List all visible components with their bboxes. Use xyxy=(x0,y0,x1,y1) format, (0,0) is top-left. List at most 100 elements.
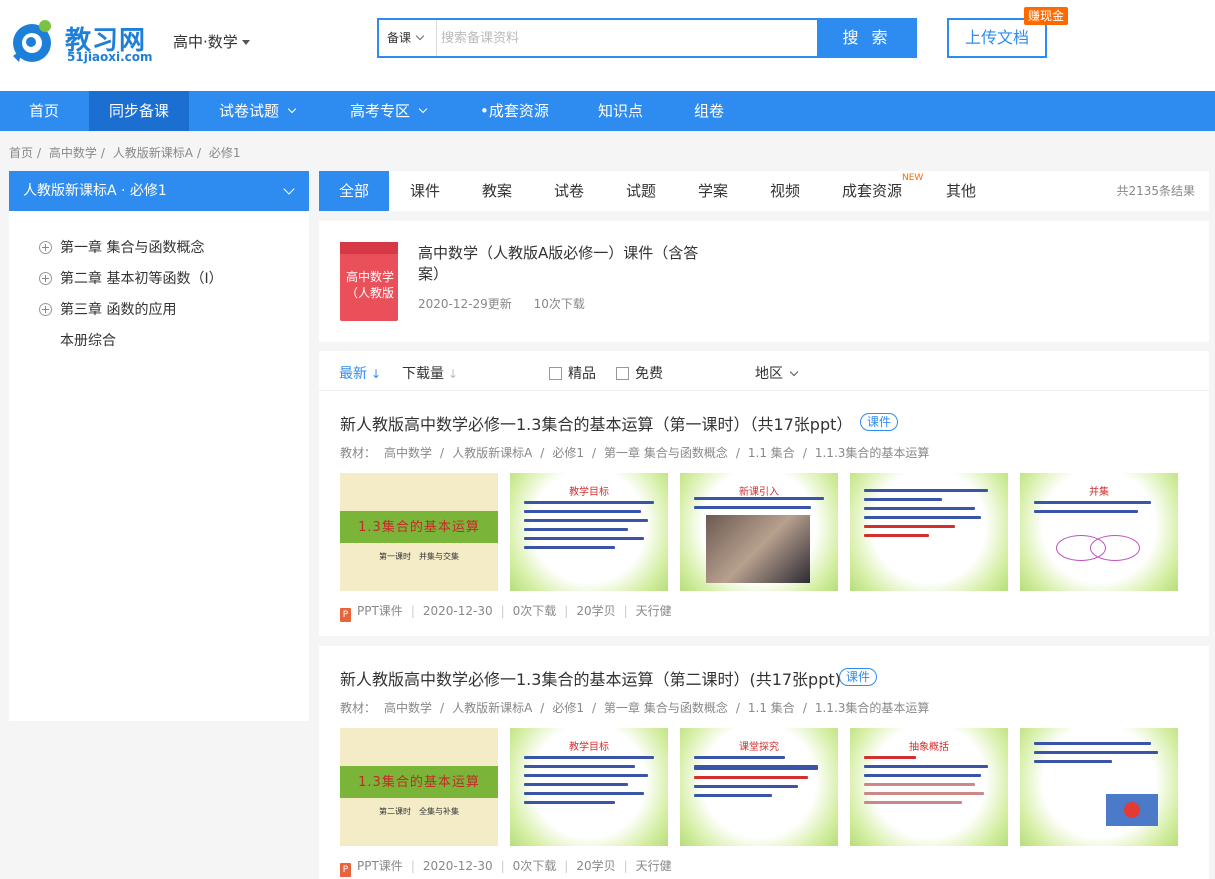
meta-author[interactable]: 天行健 xyxy=(636,859,672,873)
search-input[interactable] xyxy=(441,20,817,56)
nav-bundles[interactable]: •成套资源 xyxy=(480,91,549,131)
nav-compose-label: 组卷 xyxy=(694,102,725,120)
nav-exams[interactable]: 试卷试题 xyxy=(219,91,297,131)
path-segment[interactable]: 必修1 xyxy=(552,701,584,715)
breadcrumb: 首页 / 高中数学 / 人教版新课标A / 必修1 xyxy=(9,144,245,161)
path-separator: / xyxy=(735,446,740,460)
nav-home[interactable]: 首页 xyxy=(29,91,59,131)
featured-meta: 2020-12-29更新 10次下载 xyxy=(418,295,603,312)
path-segment[interactable]: 1.1.3集合的基本运算 xyxy=(815,446,930,460)
premium-checkbox[interactable] xyxy=(549,367,562,380)
path-segment[interactable]: 1.1.3集合的基本运算 xyxy=(815,701,930,715)
tab-other[interactable]: 其他 xyxy=(946,171,976,211)
path-separator: / xyxy=(802,446,807,460)
free-filter[interactable]: 免费 xyxy=(616,363,663,383)
tab-study-guide[interactable]: 学案 xyxy=(698,171,728,211)
tab-exam-paper[interactable]: 试卷 xyxy=(554,171,584,211)
featured-title[interactable]: 高中数学（人教版A版必修一）课件（含答案） xyxy=(418,243,718,285)
tab-lesson-plan[interactable]: 教案 xyxy=(482,171,512,211)
premium-filter[interactable]: 精品 xyxy=(549,363,596,383)
breadcrumb-separator: / xyxy=(197,146,202,160)
expand-icon[interactable] xyxy=(39,241,52,254)
subject-selector[interactable]: 高中·数学 xyxy=(173,31,250,52)
expand-icon[interactable] xyxy=(39,272,52,285)
path-segment[interactable]: 1.1 集合 xyxy=(748,701,795,715)
path-segment[interactable]: 高中数学 xyxy=(384,446,432,460)
breadcrumb-home[interactable]: 首页 xyxy=(9,146,33,160)
slide-thumbnail[interactable] xyxy=(1020,728,1178,846)
path-segment[interactable]: 第一章 集合与函数概念 xyxy=(604,446,728,460)
path-segment[interactable]: 高中数学 xyxy=(384,701,432,715)
search-button[interactable]: 搜 索 xyxy=(817,18,917,58)
meta-type: PPT课件 xyxy=(357,859,403,873)
sidebar-chapter-label: 第一章 集合与函数概念 xyxy=(60,240,205,256)
search-type-label: 备课 xyxy=(387,31,412,45)
type-tag: 课件 xyxy=(860,413,899,431)
nav-compose[interactable]: 组卷 xyxy=(694,91,724,131)
slide-thumbnail[interactable]: 教学目标 xyxy=(510,473,668,591)
path-segment[interactable]: 人教版新课标A xyxy=(452,446,532,460)
meta-author[interactable]: 天行健 xyxy=(636,604,672,618)
arrow-down-icon: ↓ xyxy=(371,367,382,381)
free-checkbox[interactable] xyxy=(616,367,629,380)
ppt-icon: P xyxy=(340,608,351,622)
slide-text-lines xyxy=(694,756,824,803)
sort-latest[interactable]: 最新 ↓ xyxy=(339,363,381,383)
sidebar-item-comprehensive[interactable]: 本册综合 xyxy=(60,330,116,350)
sidebar-chapter-1[interactable]: 第一章 集合与函数概念 xyxy=(39,237,204,257)
slide-title: 抽象概括 xyxy=(909,742,949,753)
path-separator: / xyxy=(802,701,807,715)
path-segment[interactable]: 必修1 xyxy=(552,446,584,460)
slide-thumbnail[interactable]: 并集 xyxy=(1020,473,1178,591)
path-separator: / xyxy=(735,701,740,715)
tab-all[interactable]: 全部 xyxy=(319,171,390,211)
sidebar-header[interactable]: 人教版新课标A · 必修1 xyxy=(9,171,309,211)
region-dropdown[interactable]: 地区 xyxy=(755,363,799,383)
breadcrumb-subject[interactable]: 高中数学 xyxy=(49,146,97,160)
breadcrumb-edition[interactable]: 人教版新课标A xyxy=(113,146,193,160)
meta-date: 2020-12-30 xyxy=(422,859,493,873)
subject-label: 高中·数学 xyxy=(173,33,238,51)
path-segment[interactable]: 人教版新课标A xyxy=(452,701,532,715)
sidebar-chapter-label: 第二章 基本初等函数（Ⅰ） xyxy=(60,271,223,287)
expand-icon[interactable] xyxy=(39,303,52,316)
nav-knowledge[interactable]: 知识点 xyxy=(598,91,643,131)
tab-courseware[interactable]: 课件 xyxy=(410,171,440,211)
slide-text-lines xyxy=(1034,501,1164,519)
sort-downloads[interactable]: 下载量 ↓ xyxy=(402,363,458,383)
meta-separator: | xyxy=(623,859,628,873)
list-divider xyxy=(319,636,1209,646)
slide-thumbnail[interactable]: 1.3集合的基本运算 第一课时 并集与交集 xyxy=(340,473,498,591)
search-type-select[interactable]: 备课 xyxy=(379,20,437,56)
nav-gaokao[interactable]: 高考专区 xyxy=(350,91,428,131)
featured-resource[interactable]: 高中数学（人教版 高中数学（人教版A版必修一）课件（含答案） 2020-12-2… xyxy=(319,221,1209,342)
sidebar-chapter-2[interactable]: 第二章 基本初等函数（Ⅰ） xyxy=(39,268,223,288)
site-logo[interactable]: 教习网 51jiaoxi.com xyxy=(9,18,159,68)
slide-thumbnail[interactable]: 新课引入 xyxy=(680,473,838,591)
slide-thumbnail[interactable]: 抽象概括 xyxy=(850,728,1008,846)
nav-sync-prep[interactable]: 同步备课 xyxy=(89,91,190,131)
slide-title: 新课引入 xyxy=(739,487,779,498)
site-header: 教习网 51jiaoxi.com 高中·数学 备课 搜 索 上传文档 赚现金 xyxy=(0,0,1215,91)
chevron-down-icon xyxy=(415,31,425,41)
cover-title: 1.3集合的基本运算 xyxy=(358,520,480,535)
tab-bundles[interactable]: 成套资源 xyxy=(842,171,902,211)
breadcrumb-separator: / xyxy=(37,146,42,160)
path-segment[interactable]: 第一章 集合与函数概念 xyxy=(604,701,728,715)
slide-thumbnail[interactable] xyxy=(850,473,1008,591)
slide-thumbnail[interactable]: 1.3集合的基本运算 第二课时 全集与补集 xyxy=(340,728,498,846)
item-title[interactable]: 新人教版高中数学必修一1.3集合的基本运算（第二课时）(共17张ppt) xyxy=(340,666,841,690)
meta-price: 20学贝 xyxy=(576,604,616,618)
slide-thumbnail[interactable]: 教学目标 xyxy=(510,728,668,846)
tab-video[interactable]: 视频 xyxy=(770,171,800,211)
slide-thumbnail[interactable]: 课堂探究 xyxy=(680,728,838,846)
slide-title: 教学目标 xyxy=(569,742,609,753)
sidebar-chapter-label: 第三章 函数的应用 xyxy=(60,302,177,318)
meta-separator: | xyxy=(410,859,415,873)
path-segment[interactable]: 1.1 集合 xyxy=(748,446,795,460)
sidebar-chapter-3[interactable]: 第三章 函数的应用 xyxy=(39,299,176,319)
earn-cash-badge[interactable]: 赚现金 xyxy=(1024,7,1069,25)
tab-questions[interactable]: 试题 xyxy=(626,171,656,211)
featured-downloads: 10次下载 xyxy=(533,297,585,311)
item-title[interactable]: 新人教版高中数学必修一1.3集合的基本运算（第一课时）（共17张ppt） xyxy=(340,411,852,435)
